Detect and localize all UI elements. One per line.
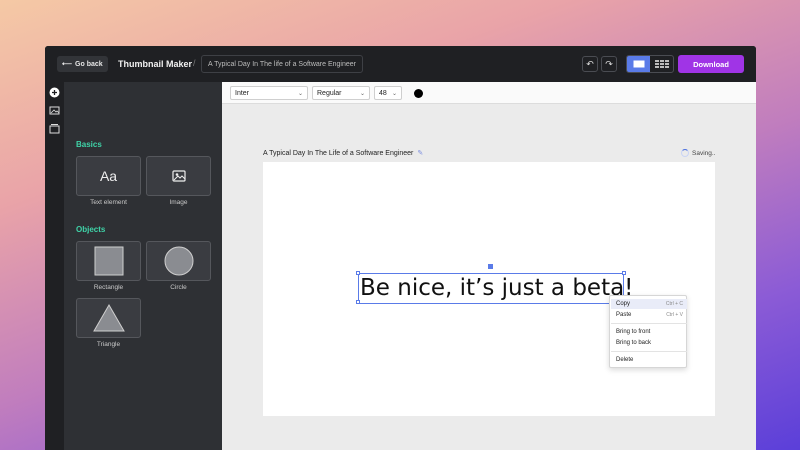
rectangle-tile[interactable] <box>76 241 141 281</box>
image-tile[interactable] <box>146 156 211 196</box>
rectangle-label: Rectangle <box>93 284 124 291</box>
view-toggle <box>626 55 674 73</box>
menu-item-bring-to-back[interactable]: Bring to back <box>611 338 687 348</box>
basics-heading: Basics <box>76 140 102 149</box>
redo-button[interactable]: ↷ <box>601 56 617 72</box>
redo-icon: ↷ <box>605 58 613 69</box>
breadcrumb-separator: / <box>193 58 196 68</box>
menu-item-copy[interactable]: Copy Ctrl + C <box>611 299 687 309</box>
canvas-title: A Typical Day In The Life of a Software … <box>263 149 423 158</box>
rectangle-icon <box>94 246 123 276</box>
save-status: Saving.. <box>681 149 716 157</box>
arrow-left-icon: ⟵ <box>62 61 73 68</box>
menu-divider <box>611 323 687 324</box>
image-label: Image <box>169 199 188 206</box>
circle-label: Circle <box>170 284 187 291</box>
go-back-label: Go back <box>75 60 103 68</box>
document-title-field[interactable]: A Typical Day In The life of a Software … <box>201 55 363 73</box>
grid-view-button[interactable] <box>650 56 673 72</box>
resize-handle-top-right[interactable] <box>622 271 626 275</box>
menu-item-label: Copy <box>616 301 631 307</box>
menu-item-label: Paste <box>616 312 632 318</box>
resize-handle-bottom-left[interactable] <box>356 300 360 304</box>
tool-rail <box>45 82 64 450</box>
single-view-button[interactable] <box>627 56 650 72</box>
editor-area: Inter ⌄ Regular ⌄ 48 ⌄ A Typical Day In … <box>222 82 756 450</box>
menu-item-delete[interactable]: Delete <box>611 355 687 365</box>
top-bar: ⟵ Go back Thumbnail Maker / A Typical Da… <box>45 46 756 82</box>
undo-button[interactable]: ↶ <box>582 56 598 72</box>
circle-icon <box>164 246 193 276</box>
triangle-icon <box>92 304 125 332</box>
pencil-icon[interactable]: ✎ <box>417 149 423 157</box>
triangle-label: Triangle <box>96 341 121 348</box>
shortcut-hint: Ctrl + C <box>665 301 683 307</box>
menu-item-label: Bring to back <box>616 340 652 346</box>
font-family-select[interactable]: Inter ⌄ <box>230 86 308 100</box>
triangle-tile[interactable] <box>76 298 141 338</box>
text-color-swatch[interactable] <box>414 89 423 98</box>
canvas-title-text: A Typical Day In The Life of a Software … <box>263 149 414 157</box>
artboard[interactable]: Be nice, it’s just a beta! Copy Ctrl + C… <box>263 162 715 416</box>
menu-item-label: Delete <box>616 357 634 363</box>
go-back-button[interactable]: ⟵ Go back <box>57 56 108 72</box>
grid-view-icon <box>654 60 669 68</box>
image-icon <box>171 170 186 182</box>
shortcut-hint: Ctrl + V <box>666 312 683 318</box>
objects-heading: Objects <box>76 225 106 234</box>
spinner-icon <box>681 149 689 157</box>
menu-divider <box>611 351 687 352</box>
text-element-tile[interactable]: Aa <box>76 156 141 196</box>
image-icon[interactable] <box>49 105 60 116</box>
menu-item-paste[interactable]: Paste Ctrl + V <box>611 310 687 320</box>
circle-tile[interactable] <box>146 241 211 281</box>
menu-item-label: Bring to front <box>616 329 651 335</box>
elements-panel: Basics Aa Text element Image Objects Rec… <box>64 82 222 450</box>
font-weight-select[interactable]: Regular ⌄ <box>312 86 370 100</box>
save-status-text: Saving.. <box>692 149 716 157</box>
single-view-icon <box>633 60 644 68</box>
app-title: Thumbnail Maker <box>118 59 193 69</box>
chevron-down-icon: ⌄ <box>359 90 365 97</box>
menu-item-bring-to-front[interactable]: Bring to front <box>611 327 687 337</box>
font-family-value: Inter <box>235 89 250 97</box>
chevron-down-icon: ⌄ <box>391 90 397 97</box>
context-menu: Copy Ctrl + C Paste Ctrl + V Bring to fr… <box>609 295 687 368</box>
resize-handle-top-left[interactable] <box>356 271 360 275</box>
text-toolbar: Inter ⌄ Regular ⌄ 48 ⌄ <box>222 82 756 104</box>
chevron-down-icon: ⌄ <box>297 90 303 97</box>
download-button[interactable]: Download <box>678 55 744 73</box>
text-element-label: Text element <box>90 199 127 206</box>
text-element-icon: Aa <box>99 168 118 184</box>
font-size-value: 48 <box>379 89 387 97</box>
add-icon[interactable] <box>49 87 60 98</box>
rotate-handle[interactable] <box>488 264 493 269</box>
font-size-select[interactable]: 48 ⌄ <box>374 86 402 100</box>
font-weight-value: Regular <box>317 89 342 97</box>
layers-icon[interactable] <box>49 123 60 134</box>
selected-text-element[interactable]: Be nice, it’s just a beta! <box>358 273 633 304</box>
undo-icon: ↶ <box>586 58 594 69</box>
app-window: ⟵ Go back Thumbnail Maker / A Typical Da… <box>45 46 756 450</box>
